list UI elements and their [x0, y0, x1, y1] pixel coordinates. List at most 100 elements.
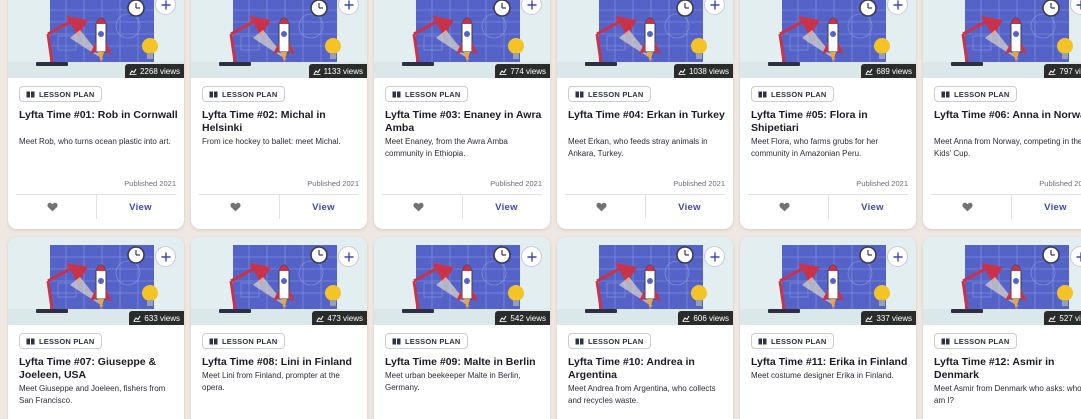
view-button[interactable]: View — [646, 195, 733, 219]
add-to-collection-button[interactable] — [338, 246, 359, 267]
lesson-card-02[interactable]: 1133 views LESSON PLAN Lyfta Time #02: M… — [191, 0, 367, 229]
lesson-title[interactable]: Lyfta Time #07: Giuseppe & Joeleen, USA — [19, 356, 179, 381]
lesson-type-badge: LESSON PLAN — [568, 333, 651, 349]
lesson-title[interactable]: Lyfta Time #09: Malte in Berlin — [385, 356, 545, 369]
published-date: Published 2021 — [124, 179, 176, 188]
favorite-button[interactable] — [557, 195, 645, 219]
views-count: 689 views — [876, 66, 912, 76]
lesson-title[interactable]: Lyfta Time #04: Erkan in Turkey — [568, 109, 728, 122]
favorite-button[interactable] — [191, 195, 279, 219]
lesson-card-03[interactable]: 774 views LESSON PLAN Lyfta Time #03: En… — [374, 0, 550, 229]
favorite-button[interactable] — [923, 195, 1011, 219]
views-count-badge: 633 views — [129, 311, 184, 325]
lesson-card-06[interactable]: 797 views LESSON PLAN Lyfta Time #06: An… — [923, 0, 1081, 229]
lesson-title[interactable]: Lyfta Time #06: Anna in Norway — [934, 109, 1081, 122]
lesson-card-12[interactable]: 527 views LESSON PLAN Lyfta Time #12: As… — [923, 237, 1081, 419]
lesson-type-badge: LESSON PLAN — [751, 86, 834, 102]
lesson-thumbnail[interactable]: 542 views — [374, 237, 550, 325]
lesson-card-04[interactable]: 1038 views LESSON PLAN Lyfta Time #04: E… — [557, 0, 733, 229]
chart-icon — [682, 315, 690, 322]
lesson-thumbnail[interactable]: 337 views — [740, 237, 916, 325]
lesson-thumbnail[interactable]: 633 views — [8, 237, 184, 325]
plus-icon — [1075, 251, 1081, 262]
published-date: Published 2021 — [673, 179, 725, 188]
lesson-card-08[interactable]: 473 views LESSON PLAN Lyfta Time #08: Li… — [191, 237, 367, 419]
plus-icon — [892, 0, 903, 10]
lesson-card-10[interactable]: 606 views LESSON PLAN Lyfta Time #10: An… — [557, 237, 733, 419]
lesson-thumbnail[interactable]: 527 views — [923, 237, 1081, 325]
lesson-title[interactable]: Lyfta Time #01: Rob in Cornwall — [19, 109, 179, 122]
book-icon — [941, 338, 950, 344]
lesson-type-badge: LESSON PLAN — [934, 333, 1017, 349]
chart-icon — [316, 315, 324, 322]
plus-icon — [160, 251, 171, 262]
favorite-button[interactable] — [740, 195, 828, 219]
add-to-collection-button[interactable] — [155, 246, 176, 267]
lesson-type-label: LESSON PLAN — [222, 89, 278, 99]
card-actions: View — [191, 195, 367, 219]
lesson-type-label: LESSON PLAN — [588, 89, 644, 99]
view-button[interactable]: View — [280, 195, 367, 219]
lesson-title[interactable]: Lyfta Time #05: Flora in Shipetiari — [751, 109, 911, 134]
lesson-thumbnail[interactable]: 473 views — [191, 237, 367, 325]
add-to-collection-button[interactable] — [521, 246, 542, 267]
lesson-title[interactable]: Lyfta Time #10: Andrea in Argentina — [568, 356, 728, 381]
book-icon — [26, 338, 35, 344]
lesson-card-07[interactable]: 633 views LESSON PLAN Lyfta Time #07: Gi… — [8, 237, 184, 419]
lesson-thumbnail[interactable]: 689 views — [740, 0, 916, 78]
view-button[interactable]: View — [463, 195, 550, 219]
chart-icon — [1048, 315, 1056, 322]
views-count-badge: 473 views — [312, 311, 367, 325]
lesson-type-badge: LESSON PLAN — [934, 86, 1017, 102]
heart-icon — [961, 202, 973, 212]
chart-icon — [499, 68, 507, 75]
lesson-title[interactable]: Lyfta Time #03: Enaney in Awra Amba — [385, 109, 545, 134]
views-count: 337 views — [876, 313, 912, 323]
lesson-type-label: LESSON PLAN — [405, 89, 461, 99]
book-icon — [575, 338, 584, 344]
lesson-thumbnail[interactable]: 606 views — [557, 237, 733, 325]
chart-icon — [313, 68, 321, 75]
lesson-card-01[interactable]: 2268 views LESSON PLAN Lyfta Time #01: R… — [8, 0, 184, 229]
chart-icon — [133, 315, 141, 322]
lesson-description: Meet urban beekeeper Malte in Berlin, Ge… — [385, 371, 521, 392]
views-count: 473 views — [327, 313, 363, 323]
view-button[interactable]: View — [829, 195, 916, 219]
published-date: Published 2021 — [307, 179, 359, 188]
lesson-card-09[interactable]: 542 views LESSON PLAN Lyfta Time #09: Ma… — [374, 237, 550, 419]
lesson-card-11[interactable]: 337 views LESSON PLAN Lyfta Time #11: Er… — [740, 237, 916, 419]
lesson-card-05[interactable]: 689 views LESSON PLAN Lyfta Time #05: Fl… — [740, 0, 916, 229]
lesson-title[interactable]: Lyfta Time #11: Erika in Finland — [751, 356, 911, 369]
lesson-thumbnail[interactable]: 774 views — [374, 0, 550, 78]
lesson-description: Meet Asmir from Denmark who asks: who am… — [934, 384, 1081, 405]
lesson-description: Meet Rob, who turns ocean plastic into a… — [19, 137, 171, 146]
views-count-badge: 527 views — [1044, 311, 1081, 325]
favorite-button[interactable] — [8, 195, 96, 219]
add-to-collection-button[interactable] — [704, 246, 725, 267]
card-actions: View — [8, 195, 184, 219]
chart-icon — [1048, 68, 1056, 75]
lesson-thumbnail[interactable]: 1038 views — [557, 0, 733, 78]
lesson-type-badge: LESSON PLAN — [202, 333, 285, 349]
lesson-type-badge: LESSON PLAN — [19, 333, 102, 349]
views-count-badge: 1133 views — [308, 64, 367, 78]
view-button[interactable]: View — [97, 195, 184, 219]
view-button[interactable]: View — [1012, 195, 1081, 219]
lesson-type-badge: LESSON PLAN — [751, 333, 834, 349]
lesson-thumbnail[interactable]: 2268 views — [8, 0, 184, 78]
favorite-button[interactable] — [374, 195, 462, 219]
lesson-title[interactable]: Lyfta Time #12: Asmir in Denmark — [934, 356, 1081, 381]
lesson-description: Meet Giuseppe and Joeleen, fishers from … — [19, 384, 166, 405]
views-count: 1038 views — [688, 66, 729, 76]
add-to-collection-button[interactable] — [887, 246, 908, 267]
book-icon — [575, 91, 584, 97]
lesson-thumbnail[interactable]: 1133 views — [191, 0, 367, 78]
lesson-title[interactable]: Lyfta Time #08: Lini in Finland — [202, 356, 362, 369]
lesson-type-badge: LESSON PLAN — [202, 86, 285, 102]
book-icon — [758, 91, 767, 97]
plus-icon — [526, 251, 537, 262]
heart-icon — [412, 202, 424, 212]
plus-icon — [160, 0, 171, 10]
lesson-title[interactable]: Lyfta Time #02: Michal in Helsinki — [202, 109, 362, 134]
lesson-thumbnail[interactable]: 797 views — [923, 0, 1081, 78]
